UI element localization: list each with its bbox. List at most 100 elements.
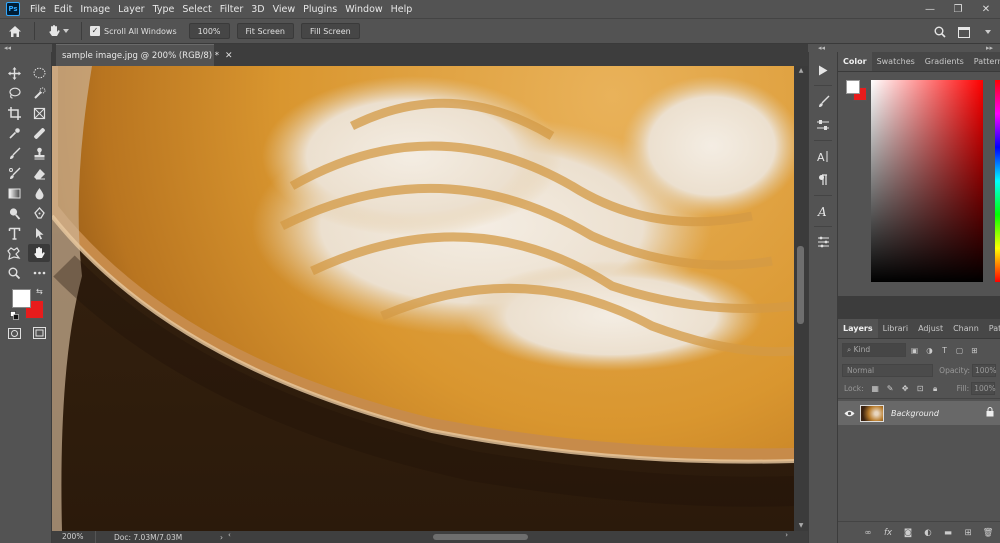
menu-3d[interactable]: 3D	[247, 4, 268, 15]
shape-filter-icon[interactable]: ▢	[953, 343, 966, 357]
layer-name[interactable]: Background	[891, 409, 986, 418]
lock-transparency-icon[interactable]: ▦	[868, 382, 883, 396]
paragraph-panel-button[interactable]	[809, 168, 837, 192]
scroll-left-arrow[interactable]: ‹	[228, 531, 231, 539]
menu-help[interactable]: Help	[387, 4, 417, 15]
eyedropper-tool[interactable]	[3, 124, 25, 142]
document-tab[interactable]: sample image.jpg @ 200% (RGB/8) * ✕	[56, 44, 233, 66]
adjustment-filter-icon[interactable]: ◑	[923, 343, 936, 357]
horizontal-scroll-thumb[interactable]	[433, 534, 528, 540]
layer-style-icon[interactable]: fx	[878, 523, 898, 543]
blend-mode-select[interactable]: Normal	[842, 363, 934, 377]
foreground-color-swatch[interactable]	[12, 289, 31, 308]
crop-tool[interactable]	[3, 104, 25, 122]
type-tool[interactable]	[3, 224, 25, 242]
scroll-all-windows-option[interactable]: ✓ Scroll All Windows	[90, 26, 177, 36]
layer-kind-filter[interactable]: ⌕ Kind	[842, 343, 906, 357]
hue-slider[interactable]	[995, 80, 1000, 282]
marquee-tool[interactable]	[28, 64, 50, 82]
lasso-tool[interactable]	[3, 84, 25, 102]
menu-file[interactable]: File	[26, 4, 50, 15]
new-layer-icon[interactable]: ⊞	[958, 523, 978, 543]
properties-panel-button[interactable]	[809, 230, 837, 254]
tab-gradients[interactable]: Gradients	[920, 52, 969, 71]
close-button[interactable]: ✕	[972, 0, 1000, 18]
menu-layer[interactable]: Layer	[114, 4, 149, 15]
horizontal-scrollbar[interactable]: ‹ ›	[228, 531, 788, 541]
opacity-field[interactable]: 100%	[972, 363, 996, 377]
move-tool[interactable]	[3, 64, 25, 82]
eraser-tool[interactable]	[28, 164, 50, 182]
search-button[interactable]	[928, 19, 952, 45]
hand-tool[interactable]	[28, 244, 50, 262]
zoom-tool[interactable]	[3, 264, 25, 282]
adjustments-sliders-button[interactable]	[809, 113, 837, 137]
pen-tool[interactable]	[28, 204, 50, 222]
type-filter-icon[interactable]: T	[938, 343, 951, 357]
swap-colors-icon[interactable]: ⇆	[36, 287, 43, 296]
default-colors-icon[interactable]	[10, 311, 19, 320]
tool-preset-picker[interactable]	[39, 24, 77, 38]
glyphs-panel-button[interactable]: A	[809, 199, 837, 223]
menu-type[interactable]: Type	[149, 4, 179, 15]
tab-adjustments[interactable]: Adjust	[913, 319, 948, 338]
clone-stamp-tool[interactable]	[28, 144, 50, 162]
color-picker-field[interactable]	[871, 80, 983, 282]
close-document-icon[interactable]: ✕	[225, 51, 233, 61]
vertical-scroll-thumb[interactable]	[797, 246, 804, 324]
panel-foreground-color[interactable]	[846, 80, 860, 94]
document-canvas[interactable]	[52, 66, 794, 531]
add-mask-icon[interactable]: ◙	[898, 523, 918, 543]
frame-tool[interactable]	[28, 104, 50, 122]
adjustment-layer-icon[interactable]: ◐	[918, 523, 938, 543]
link-layers-icon[interactable]: ∞	[858, 523, 878, 543]
blur-tool[interactable]	[28, 184, 50, 202]
toolbar-collapse-strip[interactable]: ◂◂	[0, 44, 52, 52]
tab-color[interactable]: Color	[838, 52, 872, 71]
lock-all-icon[interactable]: 🔒︎	[928, 382, 943, 396]
menu-window[interactable]: Window	[341, 4, 386, 15]
scroll-right-arrow[interactable]: ›	[785, 531, 788, 539]
workspace-chevron[interactable]	[976, 19, 1000, 45]
zoom-100-button[interactable]: 100%	[188, 23, 230, 39]
gradient-tool[interactable]	[3, 184, 25, 202]
restore-button[interactable]: ❐	[944, 0, 972, 18]
tab-libraries[interactable]: Librari	[878, 319, 913, 338]
menu-edit[interactable]: Edit	[50, 4, 76, 15]
tab-channels[interactable]: Chann	[948, 319, 984, 338]
dodge-tool[interactable]	[3, 204, 25, 222]
tab-paths[interactable]: Paths	[984, 319, 1000, 338]
scroll-all-windows-checkbox[interactable]: ✓	[90, 26, 100, 36]
brush-settings-button[interactable]	[809, 89, 837, 113]
fit-screen-button[interactable]: Fit Screen	[236, 23, 294, 39]
lock-pixels-icon[interactable]: ✎	[883, 382, 898, 396]
zoom-level-field[interactable]: 200%	[52, 531, 96, 543]
tab-swatches[interactable]: Swatches	[872, 52, 920, 71]
lock-artboard-icon[interactable]: ⊡	[913, 382, 928, 396]
new-group-icon[interactable]: ▬	[938, 523, 958, 543]
pixel-filter-icon[interactable]: ▣	[908, 343, 921, 357]
more-tools[interactable]	[28, 264, 50, 282]
scroll-down-arrow[interactable]: ▼	[794, 521, 808, 531]
shape-tool[interactable]	[3, 244, 25, 262]
actions-panel-button[interactable]	[809, 58, 837, 82]
fill-field[interactable]: 100%	[971, 382, 996, 395]
panel-collapse-strip[interactable]: ◂◂ ▸▸	[808, 44, 1000, 52]
menu-plugins[interactable]: Plugins	[299, 4, 341, 15]
layer-visibility-toggle[interactable]	[838, 410, 860, 417]
screen-mode-button[interactable]	[28, 324, 50, 342]
character-panel-button[interactable]: A	[809, 144, 837, 168]
path-selection-tool[interactable]	[28, 224, 50, 242]
delete-layer-icon[interactable]: 🗑︎	[978, 523, 998, 543]
layer-row-background[interactable]: Background	[838, 401, 1000, 425]
smart-object-filter-icon[interactable]: ⊞	[968, 343, 981, 357]
history-brush-tool[interactable]	[3, 164, 25, 182]
quick-selection-tool[interactable]	[28, 84, 50, 102]
lock-position-icon[interactable]: ✥	[898, 382, 913, 396]
healing-brush-tool[interactable]	[28, 124, 50, 142]
quick-mask-button[interactable]	[3, 324, 25, 342]
home-button[interactable]	[0, 18, 30, 44]
workspace-button[interactable]	[952, 19, 976, 45]
menu-filter[interactable]: Filter	[216, 4, 248, 15]
tab-patterns[interactable]: Patterns	[969, 52, 1000, 71]
